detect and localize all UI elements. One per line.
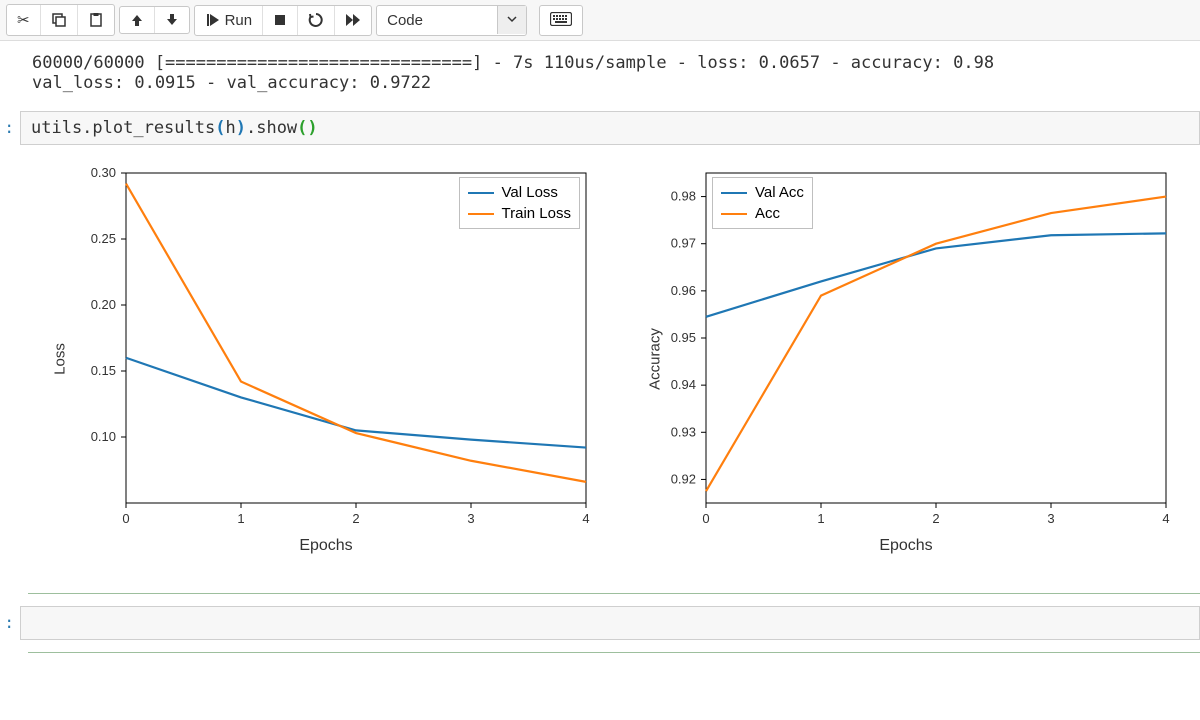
svg-text:4: 4 — [582, 511, 589, 526]
tb-group-edit: ✂ — [6, 4, 115, 36]
empty-cell-prompt: : — [0, 606, 20, 640]
svg-text:4: 4 — [1162, 511, 1169, 526]
tb-group-move — [119, 6, 190, 34]
plots-output: Loss Val Loss Train Loss 0 1 2 3 4 0.10 0.15 0.2… — [28, 153, 1200, 575]
scissors-icon: ✂ — [17, 11, 30, 29]
svg-text:1: 1 — [237, 511, 244, 526]
run-step-icon — [205, 12, 221, 28]
svg-text:1: 1 — [817, 511, 824, 526]
legend-label: Val Acc — [755, 184, 804, 201]
cut-button[interactable]: ✂ — [7, 5, 41, 35]
toolbar: ✂ Run Code — [0, 0, 1200, 41]
copy-button[interactable] — [41, 5, 78, 35]
legend-label: Acc — [755, 205, 780, 222]
svg-text:0.94: 0.94 — [671, 377, 696, 392]
empty-code-input[interactable] — [20, 606, 1200, 640]
svg-text:0.95: 0.95 — [671, 330, 696, 345]
svg-text:0.25: 0.25 — [91, 231, 116, 246]
code-input[interactable]: utils.plot_results(h).show() — [20, 111, 1200, 145]
acc-legend: Val Acc Acc — [712, 177, 813, 229]
keyboard-icon — [550, 14, 572, 29]
svg-text:0.93: 0.93 — [671, 424, 696, 439]
command-palette-button[interactable] — [539, 5, 583, 36]
chevron-down-icon — [497, 6, 526, 34]
svg-text:0.30: 0.30 — [91, 165, 116, 180]
legend-label: Val Loss — [502, 184, 558, 201]
svg-text:0.15: 0.15 — [91, 363, 116, 378]
svg-text:0.10: 0.10 — [91, 429, 116, 444]
paste-icon — [88, 12, 104, 28]
stop-icon — [273, 13, 287, 27]
svg-text:0.97: 0.97 — [671, 236, 696, 251]
restart-button[interactable] — [298, 6, 335, 35]
notebook-area: 60000/60000 [===========================… — [0, 41, 1200, 653]
move-up-button[interactable] — [120, 7, 155, 33]
copy-icon — [51, 12, 67, 28]
cell-prompt: : — [0, 111, 20, 145]
move-down-button[interactable] — [155, 7, 189, 33]
fast-forward-icon — [345, 12, 361, 28]
output-line-1: 60000/60000 [===========================… — [32, 53, 994, 73]
acc-xlabel: Epochs — [636, 537, 1176, 555]
training-output: 60000/60000 [===========================… — [28, 47, 1200, 103]
arrow-down-icon — [165, 13, 179, 27]
svg-text:0.20: 0.20 — [91, 297, 116, 312]
run-button[interactable]: Run — [195, 6, 264, 35]
svg-text:0.98: 0.98 — [671, 189, 696, 204]
empty-cell: : — [28, 606, 1200, 640]
restart-icon — [308, 12, 324, 28]
svg-text:0: 0 — [122, 511, 129, 526]
loss-ylabel: Loss — [51, 343, 68, 375]
paste-button[interactable] — [78, 5, 114, 35]
loss-xlabel: Epochs — [56, 537, 596, 555]
output-line-2: val_loss: 0.0915 - val_accuracy: 0.9722 — [32, 73, 431, 93]
svg-text:0.92: 0.92 — [671, 471, 696, 486]
cell-type-select[interactable]: Code — [376, 5, 527, 36]
code-cell: : utils.plot_results(h).show() — [28, 111, 1200, 145]
svg-text:3: 3 — [1047, 511, 1054, 526]
cell-type-label: Code — [377, 6, 497, 35]
legend-label: Train Loss — [502, 205, 571, 222]
loss-legend: Val Loss Train Loss — [459, 177, 580, 229]
interrupt-button[interactable] — [263, 6, 298, 35]
accuracy-plot: Accuracy Val Acc Acc 0 1 2 3 4 0.92 0.93 0.94 0.9… — [636, 163, 1176, 555]
svg-text:3: 3 — [467, 511, 474, 526]
svg-text:0: 0 — [702, 511, 709, 526]
loss-plot: Loss Val LossTrain Loss 012340.100.150.2… — [56, 163, 596, 555]
tb-group-run: Run — [194, 5, 373, 36]
cell-separator: : — [28, 593, 1200, 653]
arrow-up-icon — [130, 13, 144, 27]
run-label: Run — [225, 12, 253, 29]
restart-run-all-button[interactable] — [335, 6, 371, 35]
svg-text:0.96: 0.96 — [671, 283, 696, 298]
svg-text:2: 2 — [352, 511, 359, 526]
acc-ylabel: Accuracy — [646, 328, 663, 390]
svg-text:2: 2 — [932, 511, 939, 526]
